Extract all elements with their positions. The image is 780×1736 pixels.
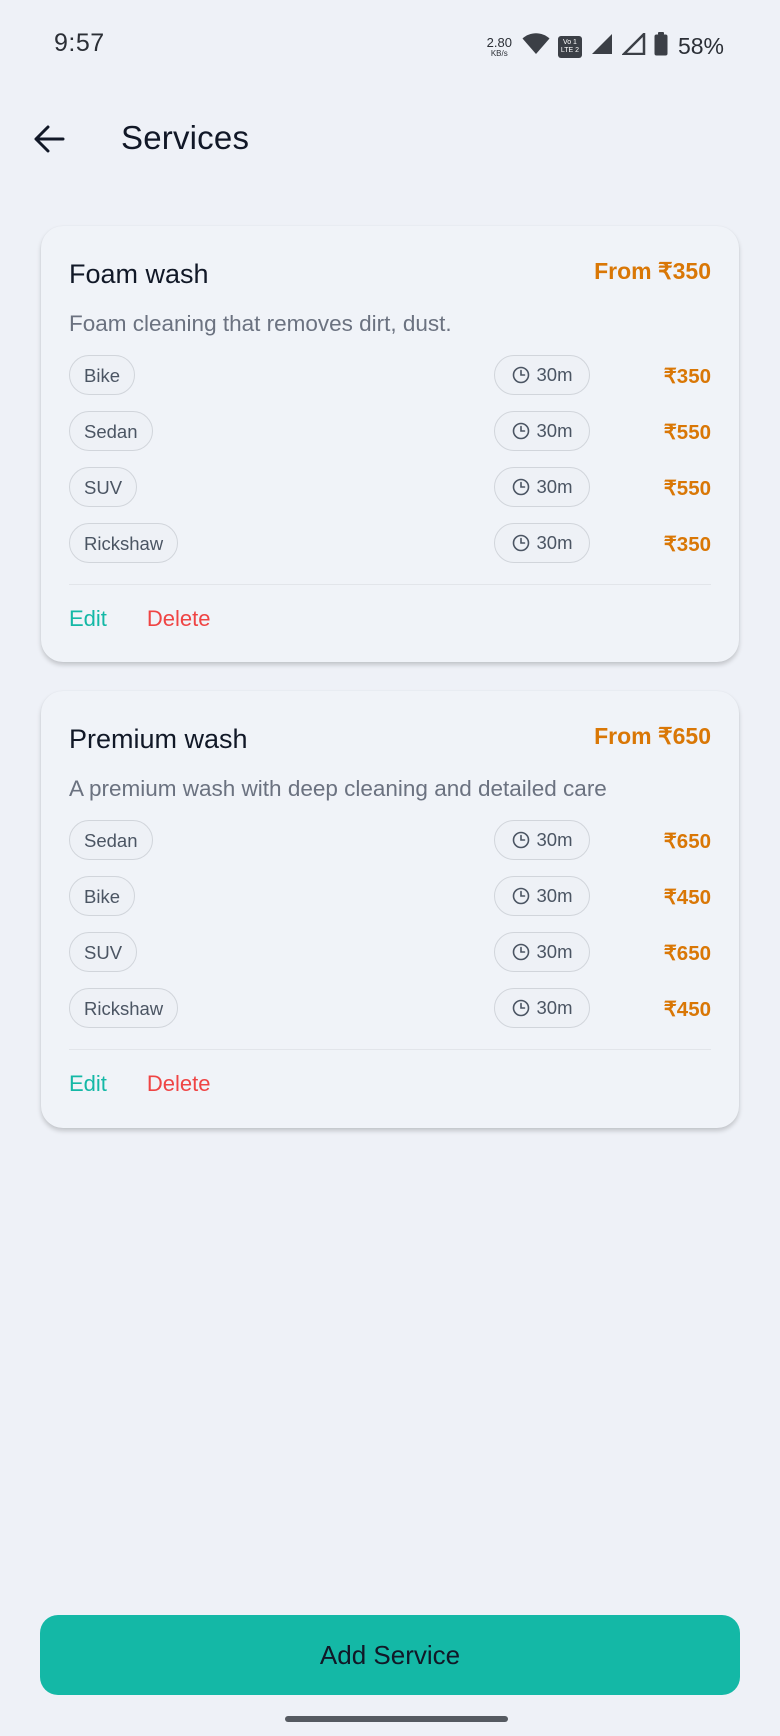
duration-label: 30m bbox=[536, 829, 573, 850]
vehicle-chip: Rickshaw bbox=[69, 988, 179, 1028]
wifi-icon bbox=[522, 33, 550, 60]
variant-price: ₹650 bbox=[663, 830, 711, 853]
signal-icon bbox=[620, 30, 646, 60]
duration-label: 30m bbox=[536, 420, 573, 441]
home-indicator[interactable] bbox=[285, 1716, 508, 1722]
variant-row: Bike 30m ₹350 bbox=[69, 355, 711, 397]
service-name: Foam wash bbox=[69, 259, 209, 289]
edit-button[interactable]: Edit bbox=[69, 606, 107, 632]
variant-list: Sedan 30m ₹650 Bike 30m ₹450 SUV 30m ₹65… bbox=[69, 820, 711, 1030]
app-header: Services bbox=[0, 100, 780, 180]
clock-icon bbox=[512, 534, 529, 552]
status-time: 9:57 bbox=[54, 29, 105, 57]
duration-chip: 30m bbox=[494, 820, 590, 860]
clock-icon bbox=[512, 366, 529, 384]
duration-chip: 30m bbox=[494, 467, 590, 507]
vehicle-chip: Sedan bbox=[69, 820, 153, 860]
duration-chip: 30m bbox=[494, 932, 590, 972]
battery-icon bbox=[654, 32, 668, 61]
vehicle-chip: SUV bbox=[69, 932, 138, 972]
back-button[interactable] bbox=[26, 116, 72, 162]
clock-icon bbox=[512, 943, 529, 961]
variant-price: ₹550 bbox=[663, 477, 711, 500]
clock-icon bbox=[512, 831, 529, 849]
delete-button[interactable]: Delete bbox=[147, 606, 211, 632]
duration-label: 30m bbox=[536, 941, 573, 962]
service-name: Premium wash bbox=[69, 724, 248, 754]
vehicle-chip: Bike bbox=[69, 355, 135, 395]
duration-label: 30m bbox=[536, 364, 573, 385]
vehicle-chip: Rickshaw bbox=[69, 523, 179, 563]
variant-price: ₹550 bbox=[663, 421, 711, 444]
volte-bottom-label: LTE 2 bbox=[560, 46, 580, 54]
network-speed-value: 2.80 bbox=[486, 34, 512, 50]
duration-label: 30m bbox=[536, 885, 573, 906]
delete-button[interactable]: Delete bbox=[147, 1071, 211, 1097]
duration-label: 30m bbox=[536, 532, 573, 553]
network-speed: 2.80 KB/s bbox=[487, 36, 512, 58]
duration-label: 30m bbox=[536, 997, 573, 1018]
variant-row: Rickshaw 30m ₹350 bbox=[69, 523, 711, 565]
clock-icon bbox=[512, 422, 529, 440]
volte-top-label: Vo 1 bbox=[562, 38, 577, 46]
variant-row: SUV 30m ₹550 bbox=[69, 467, 711, 509]
service-from-price: From ₹650 bbox=[594, 723, 711, 749]
vehicle-chip: SUV bbox=[69, 467, 138, 507]
variant-price: ₹450 bbox=[663, 998, 711, 1021]
clock-icon bbox=[512, 478, 529, 496]
vehicle-chip: Sedan bbox=[69, 411, 153, 451]
battery-percent: 58% bbox=[677, 33, 724, 59]
card-divider bbox=[69, 584, 711, 585]
service-description: Foam cleaning that removes dirt, dust. bbox=[69, 311, 452, 336]
variant-price: ₹350 bbox=[663, 533, 711, 556]
vehicle-chip: Bike bbox=[69, 876, 135, 916]
duration-chip: 30m bbox=[494, 355, 590, 395]
variant-row: SUV 30m ₹650 bbox=[69, 932, 711, 974]
variant-price: ₹650 bbox=[663, 942, 711, 965]
card-divider bbox=[69, 1049, 711, 1050]
duration-label: 30m bbox=[536, 476, 573, 497]
duration-chip: 30m bbox=[494, 876, 590, 916]
variant-row: Bike 30m ₹450 bbox=[69, 876, 711, 918]
variant-price: ₹350 bbox=[663, 365, 711, 388]
arrow-left-icon bbox=[34, 125, 65, 153]
duration-chip: 30m bbox=[494, 988, 590, 1028]
variant-price: ₹450 bbox=[663, 886, 711, 909]
status-icons: 2.80 KB/s Vo 1 LTE 2 58% bbox=[487, 30, 724, 61]
volte-icon: Vo 1 LTE 2 bbox=[557, 35, 582, 58]
variant-list: Bike 30m ₹350 Sedan 30m ₹550 SUV 30m ₹55… bbox=[69, 355, 711, 565]
card-actions: Edit Delete bbox=[69, 1071, 211, 1097]
status-bar: 9:57 2.80 KB/s Vo 1 LTE 2 58% bbox=[0, 0, 780, 92]
service-description: A premium wash with deep cleaning and de… bbox=[69, 776, 607, 801]
clock-icon bbox=[512, 999, 529, 1017]
duration-chip: 30m bbox=[494, 411, 590, 451]
duration-chip: 30m bbox=[494, 523, 590, 563]
edit-button[interactable]: Edit bbox=[69, 1071, 107, 1097]
variant-row: Sedan 30m ₹550 bbox=[69, 411, 711, 453]
add-service-button[interactable]: Add Service bbox=[40, 1615, 740, 1695]
service-card: Premium wash From ₹650 A premium wash wi… bbox=[41, 691, 739, 1128]
signal-icon bbox=[590, 33, 614, 60]
network-speed-unit: KB/s bbox=[490, 48, 508, 58]
clock-icon bbox=[512, 887, 529, 905]
card-actions: Edit Delete bbox=[69, 606, 211, 632]
page-title: Services bbox=[121, 119, 250, 156]
service-from-price: From ₹350 bbox=[594, 258, 711, 284]
variant-row: Sedan 30m ₹650 bbox=[69, 820, 711, 862]
variant-row: Rickshaw 30m ₹450 bbox=[69, 988, 711, 1030]
service-card: Foam wash From ₹350 Foam cleaning that r… bbox=[41, 226, 739, 662]
